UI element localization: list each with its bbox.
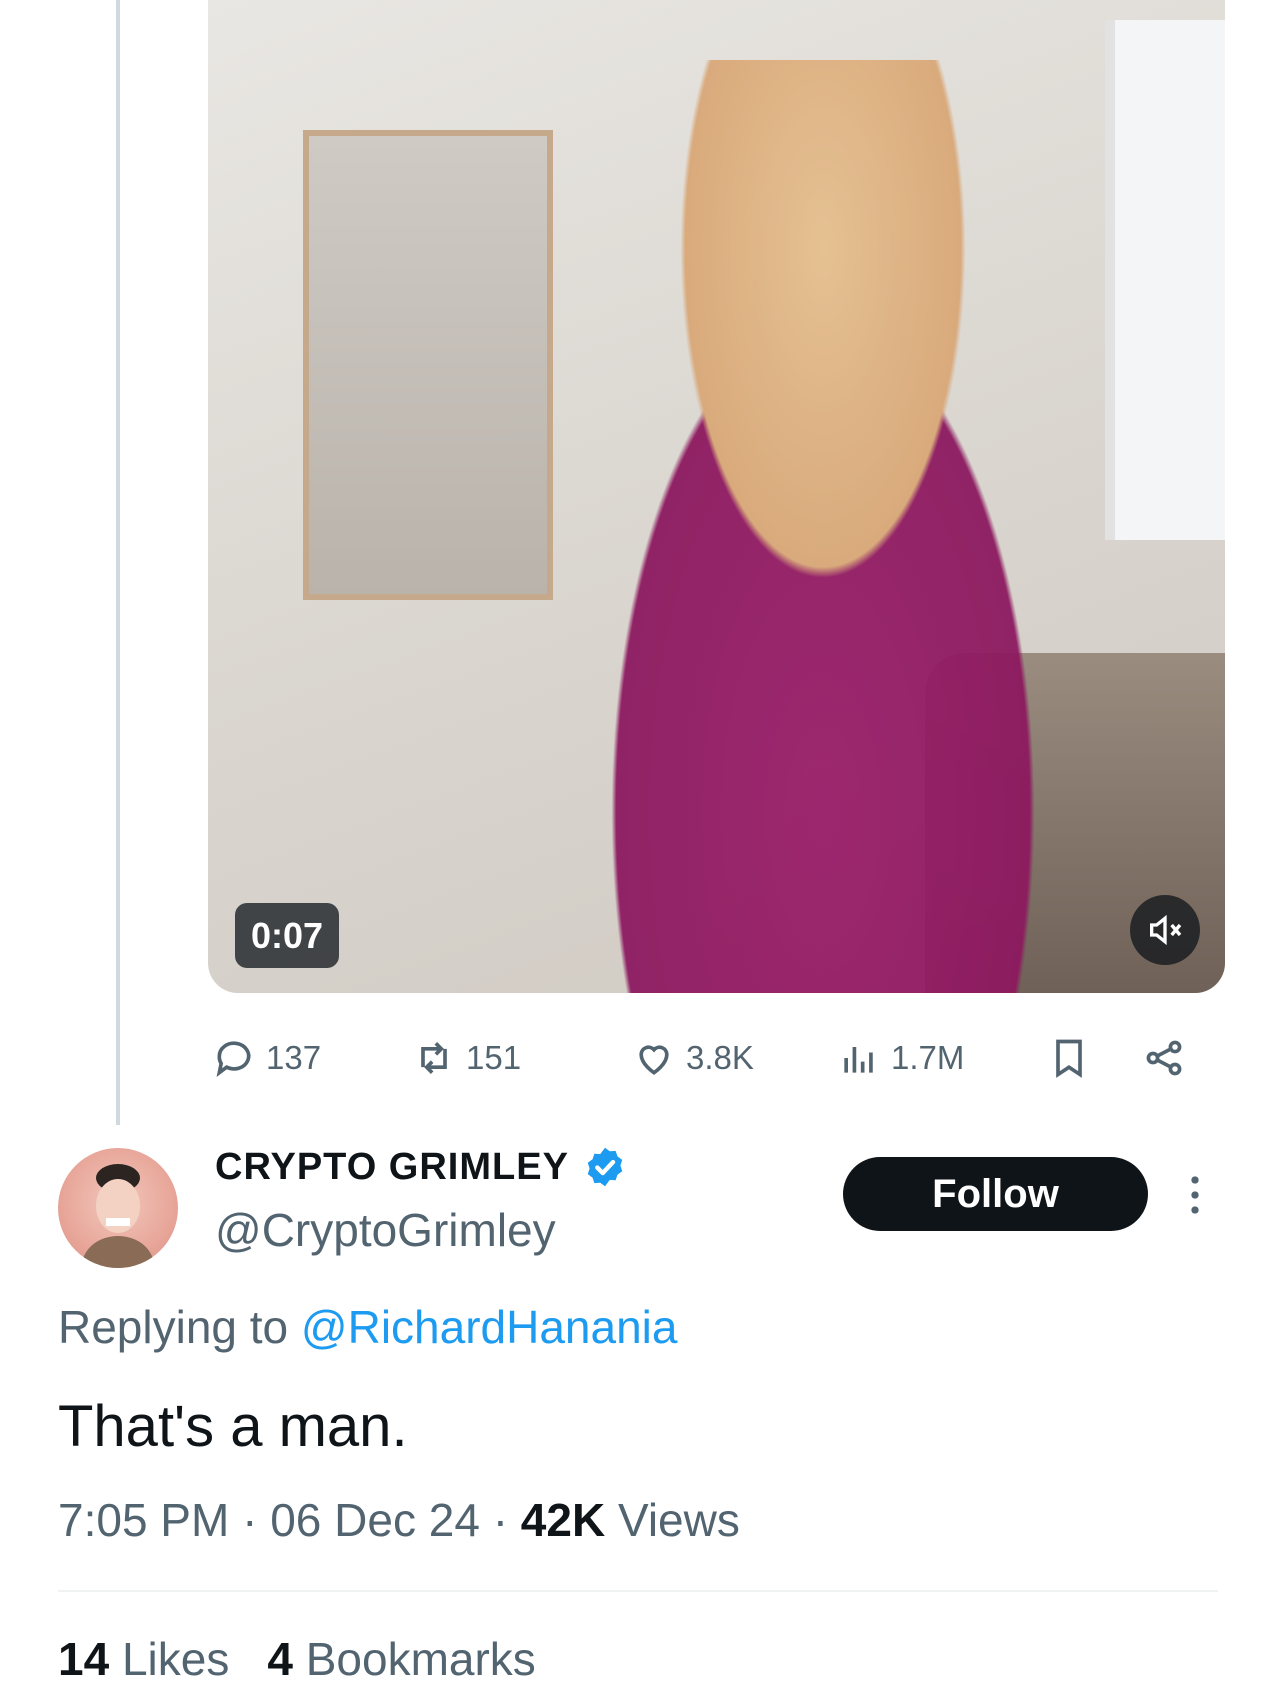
tweet-views-count: 42K bbox=[520, 1494, 606, 1546]
reply-count: 137 bbox=[266, 1039, 322, 1076]
like-count: 3.8K bbox=[686, 1039, 754, 1076]
tweet-date[interactable]: 06 Dec 24 bbox=[270, 1494, 480, 1546]
tweet-time[interactable]: 7:05 PM bbox=[58, 1494, 229, 1546]
meta-separator: · bbox=[242, 1494, 258, 1546]
bookmarks-stat-count: 4 bbox=[267, 1633, 293, 1685]
tweet-text: That's a man. bbox=[58, 1394, 408, 1459]
verified-badge-icon bbox=[587, 1147, 623, 1187]
likes-stat-count: 14 bbox=[58, 1633, 110, 1685]
like-action[interactable]: 3.8K bbox=[632, 1023, 754, 1093]
tweet-engagement-stats: 14 Likes 4 Bookmarks bbox=[58, 1632, 536, 1686]
parent-tweet-action-bar: 137 151 3.8K 1.7M bbox=[212, 1023, 1212, 1093]
video-player[interactable]: 0:07 bbox=[208, 0, 1225, 993]
bookmarks-stat-label: Bookmarks bbox=[305, 1633, 536, 1685]
author-display-name[interactable]: CRYPTO GRIMLEY bbox=[215, 1146, 569, 1189]
reply-icon bbox=[216, 1041, 251, 1078]
views-action[interactable]: 1.7M bbox=[837, 1023, 964, 1093]
repost-icon bbox=[421, 1042, 447, 1074]
bookmark-icon[interactable] bbox=[1047, 1023, 1091, 1093]
replying-to-label: Replying to bbox=[58, 1301, 289, 1353]
heart-icon bbox=[639, 1045, 669, 1075]
reply-action[interactable]: 137 bbox=[212, 1023, 321, 1093]
more-options-icon[interactable] bbox=[1180, 1170, 1210, 1220]
author-name-row: CRYPTO GRIMLEY bbox=[215, 1145, 627, 1189]
repost-count: 151 bbox=[466, 1039, 522, 1076]
video-subject bbox=[498, 60, 1148, 993]
analytics-icon bbox=[844, 1047, 873, 1073]
replying-to-line: Replying to @RichardHanania bbox=[58, 1300, 677, 1354]
thread-connector-line bbox=[116, 0, 120, 1125]
share-icon[interactable] bbox=[1142, 1023, 1186, 1093]
tweet-timestamp-line: 7:05 PM · 06 Dec 24 · 42K Views bbox=[58, 1493, 740, 1547]
meta-separator: · bbox=[492, 1494, 509, 1546]
likes-stat[interactable]: 14 Likes bbox=[58, 1632, 229, 1686]
author-handle[interactable]: @CryptoGrimley bbox=[215, 1203, 556, 1257]
speaker-muted-icon[interactable] bbox=[1130, 895, 1200, 965]
view-count: 1.7M bbox=[891, 1039, 965, 1076]
likes-stat-label: Likes bbox=[121, 1633, 230, 1685]
bookmarks-stat[interactable]: 4 Bookmarks bbox=[267, 1632, 535, 1686]
video-duration-badge: 0:07 bbox=[235, 903, 340, 968]
divider bbox=[58, 1590, 1218, 1592]
tweet-views-label: Views bbox=[617, 1494, 740, 1546]
follow-button[interactable]: Follow bbox=[843, 1157, 1148, 1231]
replying-to-mention-link[interactable]: @RichardHanania bbox=[301, 1301, 678, 1353]
avatar[interactable] bbox=[58, 1148, 178, 1268]
repost-action[interactable]: 151 bbox=[412, 1023, 521, 1093]
